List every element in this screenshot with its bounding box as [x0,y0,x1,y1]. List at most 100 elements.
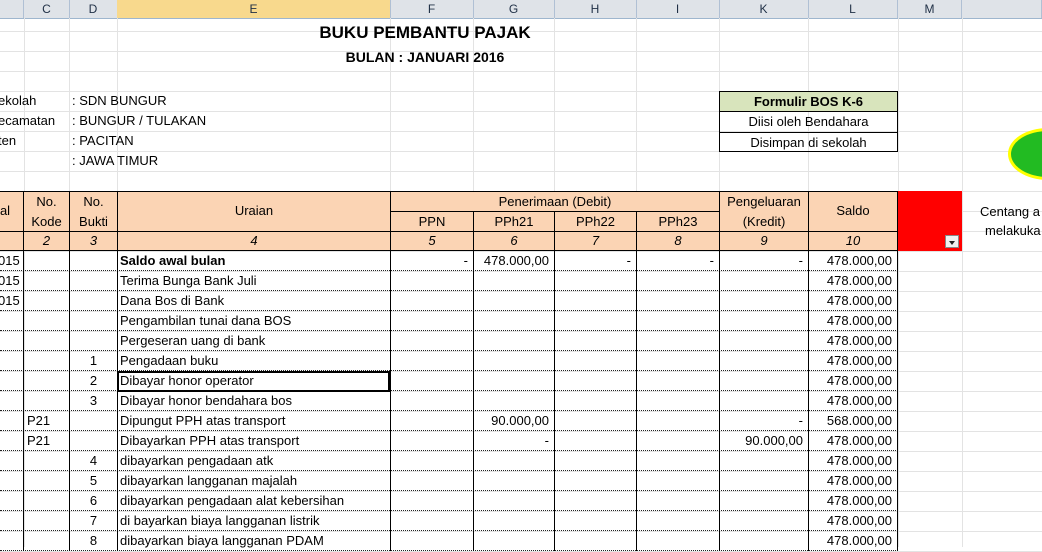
cell-pph22[interactable] [554,471,631,491]
cell-pph23[interactable] [636,491,714,511]
cell-a[interactable] [0,451,22,471]
cell-a[interactable] [0,351,22,371]
cell-pph21[interactable]: - [473,431,549,451]
cell-pph21[interactable] [473,491,549,511]
table-row[interactable]: 1 Pengadaan buku 478.000,00 [0,351,898,371]
cell-pph22[interactable] [554,411,631,431]
table-row[interactable]: P21 Dibayarkan PPH atas transport - 90.000,… [0,431,898,451]
table-row[interactable]: 8 dibayarkan biaya langganan PDAM 478.000,… [0,531,898,551]
cell-uraian[interactable]: Terima Bunga Bank Juli [120,271,388,291]
cell-pph21[interactable] [473,511,549,531]
cell-ppn[interactable]: - [390,251,468,271]
cell-kredit[interactable] [719,511,803,531]
cell-uraian[interactable]: dibayarkan biaya langganan PDAM [120,531,388,551]
cell-pph22[interactable] [554,271,631,291]
cell-uraian[interactable]: Saldo awal bulan [120,251,388,271]
cell-bukti[interactable] [69,431,118,451]
cell-kredit[interactable] [719,491,803,511]
green-oval-shape[interactable] [1008,128,1042,180]
cell-bukti[interactable] [69,411,118,431]
cell-ppn[interactable] [390,371,468,391]
column-header-h[interactable]: H [554,0,637,18]
cell-saldo[interactable]: 478.000,00 [808,311,892,331]
cell-bukti[interactable]: 2 [69,371,118,391]
spreadsheet-grid[interactable]: BUKU PEMBANTU PAJAK BULAN : JANUARI 2016… [0,18,1042,552]
cell-uraian[interactable]: Dibayar honor bendahara bos [120,391,388,411]
cell-pph21[interactable] [473,311,549,331]
cell-saldo[interactable]: 478.000,00 [808,251,892,271]
cell-bukti[interactable]: 7 [69,511,118,531]
cell-pph21[interactable]: 90.000,00 [473,411,549,431]
cell-pph23[interactable] [636,371,714,391]
cell-pph23[interactable] [636,271,714,291]
cell-ppn[interactable] [390,351,468,371]
cell-kredit[interactable] [719,331,803,351]
cell-bukti[interactable] [69,291,118,311]
column-header-c[interactable]: C [24,0,70,18]
cell-saldo[interactable]: 478.000,00 [808,391,892,411]
cell-ppn[interactable] [390,291,468,311]
cell-uraian[interactable]: Pengadaan buku [120,351,388,371]
column-header-i[interactable]: I [636,0,720,18]
cell-a[interactable] [0,531,22,551]
table-row[interactable]: P21 Dipungut PPH atas transport 90.000,00 -… [0,411,898,431]
cell-pph21[interactable] [473,291,549,311]
column-header-m[interactable]: M [898,0,962,18]
cell-pph22[interactable] [554,451,631,471]
cell-pph22[interactable] [554,391,631,411]
cell-kredit[interactable] [719,311,803,331]
cell-kode[interactable] [27,451,69,471]
column-header-l[interactable]: L [808,0,898,18]
cell-ppn[interactable] [390,411,468,431]
cell-a[interactable] [0,431,22,451]
cell-uraian[interactable]: Pergeseran uang di bank [120,331,388,351]
cell-uraian[interactable]: dibayarkan langganan majalah [120,471,388,491]
cell-kode[interactable] [27,531,69,551]
cell-pph23[interactable]: - [636,251,714,271]
cell-bukti[interactable] [69,271,118,291]
cell-pph23[interactable] [636,311,714,331]
cell-kode[interactable]: P21 [27,431,69,451]
cell-pph23[interactable] [636,471,714,491]
cell-pph23[interactable] [636,331,714,351]
cell-pph23[interactable] [636,451,714,471]
cell-kredit[interactable] [719,531,803,551]
column-header-e[interactable]: E [117,0,391,18]
cell-pph22[interactable] [554,371,631,391]
cell-uraian[interactable]: dibayarkan pengadaan alat kebersihan [120,491,388,511]
cell-kredit[interactable] [719,471,803,491]
cell-kode[interactable] [27,511,69,531]
cell-kredit[interactable] [719,371,803,391]
cell-pph23[interactable] [636,291,714,311]
table-row[interactable]: 3 Dibayar honor bendahara bos 478.000,00 [0,391,898,411]
cell-kode[interactable]: P21 [27,411,69,431]
cell-uraian[interactable]: Dipungut PPH atas transport [120,411,388,431]
cell-pph23[interactable] [636,531,714,551]
cell-saldo[interactable]: 478.000,00 [808,371,892,391]
cell-uraian[interactable]: di bayarkan biaya langganan listrik [120,511,388,531]
cell-ppn[interactable] [390,451,468,471]
cell-saldo[interactable]: 478.000,00 [808,511,892,531]
cell-kode[interactable] [27,371,69,391]
cell-bukti[interactable]: 4 [69,451,118,471]
cell-kredit[interactable]: 90.000,00 [719,431,803,451]
cell-saldo[interactable]: 478.000,00 [808,531,892,551]
cell-kode[interactable] [27,491,69,511]
cell-a[interactable] [0,511,22,531]
cell-pph21[interactable] [473,451,549,471]
cell-pph22[interactable] [554,291,631,311]
cell-saldo[interactable]: 478.000,00 [808,471,892,491]
cell-pph21[interactable] [473,371,549,391]
cell-saldo[interactable]: 478.000,00 [808,431,892,451]
cell-pph22[interactable] [554,431,631,451]
cell-pph23[interactable] [636,511,714,531]
cell-kode[interactable] [27,391,69,411]
cell-kredit[interactable]: - [719,411,803,431]
cell-bukti[interactable]: 3 [69,391,118,411]
cell-kredit[interactable] [719,291,803,311]
cell-pph22[interactable] [554,311,631,331]
cell-kode[interactable] [27,311,69,331]
table-row[interactable]: 015 Terima Bunga Bank Juli 478.000,00 [0,271,898,291]
cell-pph23[interactable] [636,391,714,411]
cell-pph22[interactable] [554,491,631,511]
